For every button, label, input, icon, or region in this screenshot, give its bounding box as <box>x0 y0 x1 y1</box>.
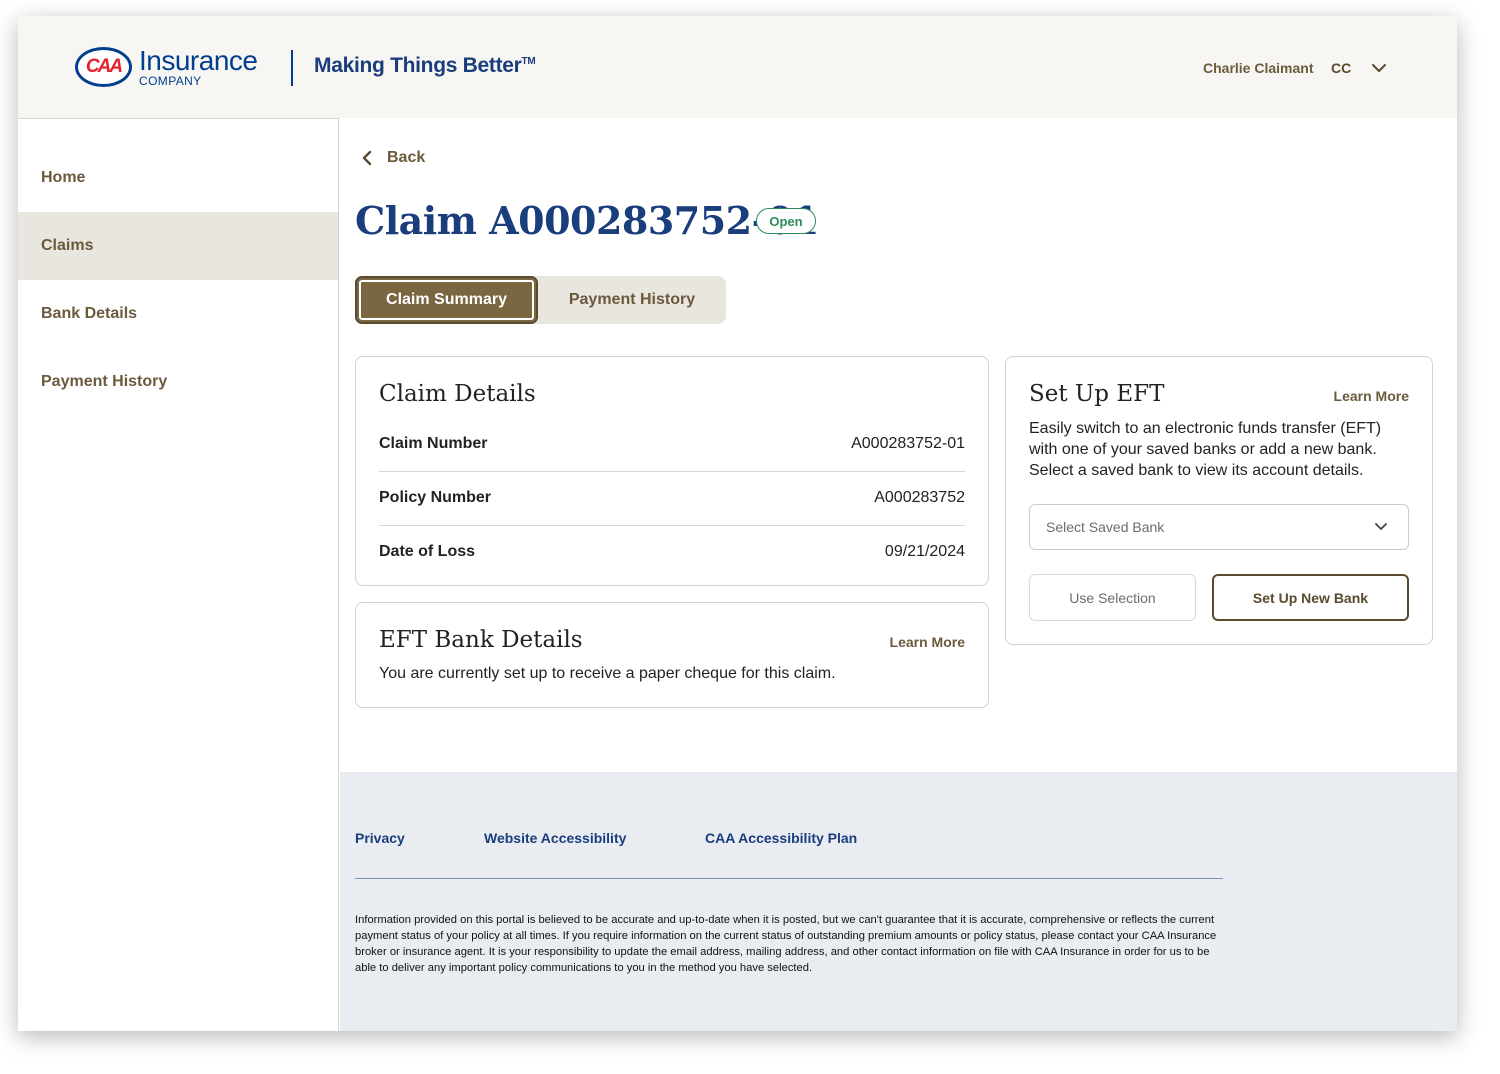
setup-new-bank-button[interactable]: Set Up New Bank <box>1212 574 1409 621</box>
caa-badge-text: CAA <box>85 56 123 77</box>
user-name[interactable]: Charlie Claimant <box>1203 60 1313 76</box>
policy-number-row: Policy Number A000283752 <box>379 471 965 525</box>
footer-link-caa-accessibility-plan[interactable]: CAA Accessibility Plan <box>705 830 857 846</box>
logo-wordmark: Insurance COMPANY <box>139 45 258 88</box>
footer-link-privacy[interactable]: Privacy <box>355 830 405 846</box>
setup-eft-title: Set Up EFT <box>1029 381 1165 407</box>
eft-bank-details-title: EFT Bank Details <box>379 627 583 653</box>
tagline: Making Things BetterTM <box>314 54 536 78</box>
setup-eft-learn-more-link[interactable]: Learn More <box>1334 388 1409 404</box>
claim-number-row: Claim Number A000283752-01 <box>379 417 965 471</box>
tagline-text: Making Things Better <box>314 54 522 77</box>
tab-claim-summary[interactable]: Claim Summary <box>355 276 538 324</box>
sidebar-item-payment-history[interactable]: Payment History <box>18 348 338 416</box>
logo-company-text: COMPANY <box>139 74 202 88</box>
saved-bank-select[interactable]: Select Saved Bank <box>1029 504 1409 550</box>
claim-details-title: Claim Details <box>379 381 536 407</box>
use-selection-button[interactable]: Use Selection <box>1029 574 1196 621</box>
portal-window: CAA Insurance COMPANY Making Things Bett… <box>18 16 1457 1031</box>
claim-tabs: Claim Summary Payment History <box>355 276 726 324</box>
status-badge: Open <box>756 208 816 234</box>
sidebar-item-claims[interactable]: Claims <box>18 212 338 280</box>
chevron-left-icon <box>362 150 372 166</box>
chevron-down-icon <box>1375 523 1387 530</box>
sidebar-item-bank-details[interactable]: Bank Details <box>18 280 338 348</box>
saved-bank-select-placeholder: Select Saved Bank <box>1046 519 1165 535</box>
caa-badge-logo: CAA <box>75 47 132 87</box>
user-avatar-initials[interactable]: CC <box>1331 60 1351 76</box>
sidebar-nav: Home Claims Bank Details Payment History <box>18 118 339 1031</box>
date-of-loss-value: 09/21/2024 <box>884 543 965 560</box>
claim-number-value: A000283752-01 <box>851 435 965 452</box>
setup-eft-card: Set Up EFT Learn More Easily switch to a… <box>1005 356 1433 645</box>
eft-bank-status-text: You are currently set up to receive a pa… <box>379 665 836 682</box>
sidebar-item-home[interactable]: Home <box>18 144 338 212</box>
chevron-down-icon[interactable] <box>1370 60 1388 76</box>
footer-divider <box>355 878 1223 879</box>
claim-number-label: Claim Number <box>379 435 488 452</box>
page-title: Claim A000283752-01 <box>355 198 819 243</box>
footer-link-website-accessibility[interactable]: Website Accessibility <box>484 830 626 846</box>
date-of-loss-label: Date of Loss <box>379 543 476 560</box>
trademark-mark: TM <box>521 56 536 67</box>
header: CAA Insurance COMPANY Making Things Bett… <box>18 16 1457 118</box>
logo-insurance-text: Insurance <box>139 45 258 76</box>
back-link[interactable]: Back <box>361 149 425 167</box>
date-of-loss-row: Date of Loss 09/21/2024 <box>379 525 965 579</box>
policy-number-value: A000283752 <box>874 489 965 506</box>
footer: Privacy Website Accessibility CAA Access… <box>340 772 1457 1031</box>
setup-eft-description: Easily switch to an electronic funds tra… <box>1029 420 1382 479</box>
policy-number-label: Policy Number <box>379 489 492 506</box>
back-label: Back <box>387 149 426 166</box>
footer-disclaimer: Information provided on this portal is b… <box>355 914 1217 974</box>
eft-bank-learn-more-link[interactable]: Learn More <box>890 634 965 650</box>
eft-bank-details-card: EFT Bank Details Learn More You are curr… <box>355 602 989 708</box>
caa-insurance-logo[interactable]: CAA Insurance COMPANY <box>75 45 258 88</box>
claim-details-card: Claim Details Claim Number A000283752-01… <box>355 356 989 586</box>
logo-divider <box>291 50 293 86</box>
tab-payment-history[interactable]: Payment History <box>538 276 726 324</box>
